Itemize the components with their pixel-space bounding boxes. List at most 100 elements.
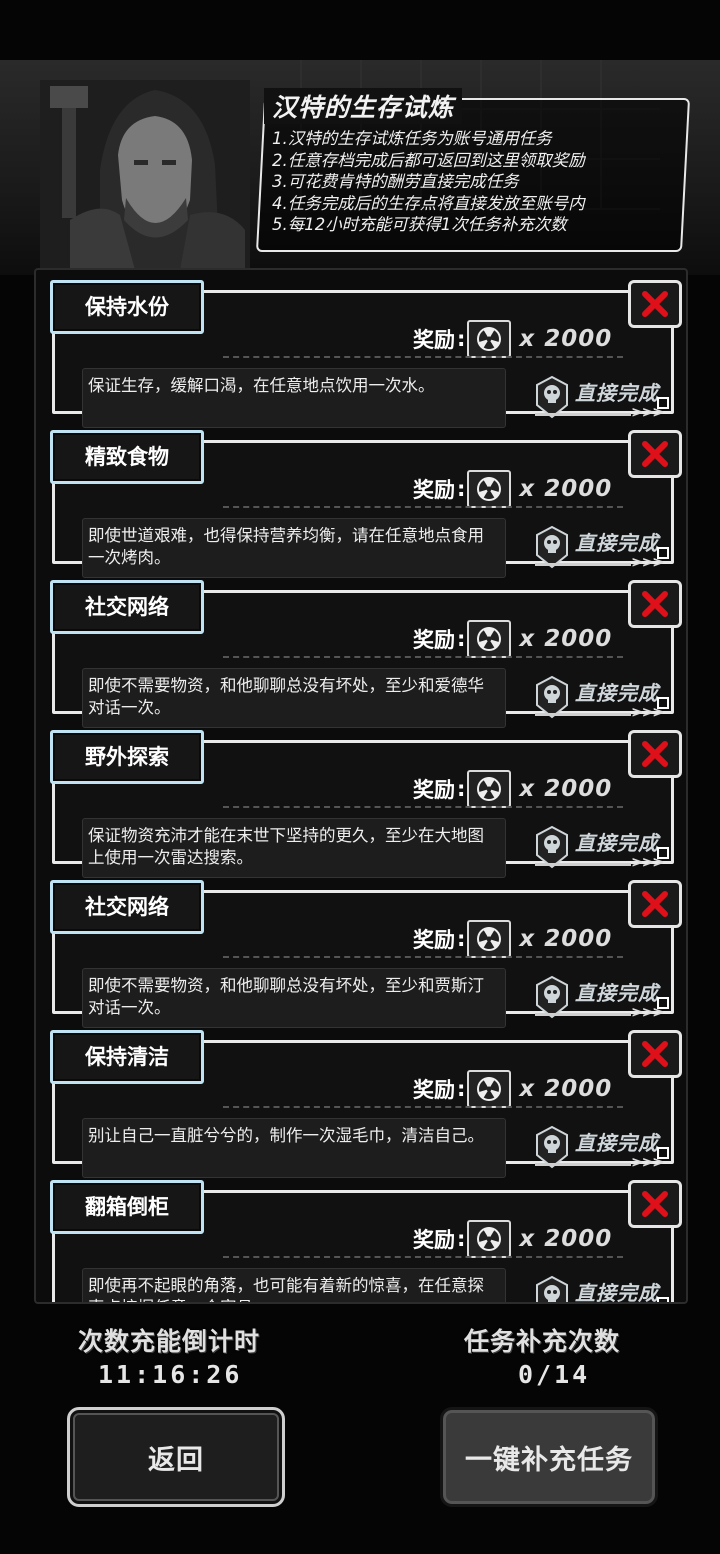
countdown-label: 次数充能倒计时 xyxy=(78,1327,261,1356)
corner-marker xyxy=(657,697,669,709)
refill-count-label: 任务补充次数 xyxy=(464,1327,621,1356)
close-icon xyxy=(642,591,668,617)
close-button[interactable] xyxy=(628,730,682,778)
complete-underline xyxy=(535,863,631,866)
complete-underline xyxy=(535,413,631,416)
complete-now-label: 直接完成 xyxy=(575,1281,659,1304)
task-card: 奖励 : x 2000 保证物资充沛才能在末世下坚持的更久，至少在大地图上使用一… xyxy=(36,720,686,878)
close-button[interactable] xyxy=(628,880,682,928)
reward-label: 奖励 xyxy=(413,778,455,802)
radiation-icon xyxy=(467,920,512,958)
close-button[interactable] xyxy=(628,1030,682,1078)
close-button[interactable] xyxy=(628,280,682,328)
task-description: 即使世道艰难，也得保持营养均衡，请在任意地点食用一次烤肉。 xyxy=(82,518,506,578)
divider xyxy=(223,656,623,658)
close-icon xyxy=(642,891,668,917)
reward-label: 奖励 xyxy=(413,1078,455,1102)
complete-underline xyxy=(535,1013,631,1016)
task-list[interactable]: 奖励 : x 2000 保证生存，缓解口渴，在任意地点饮用一次水。 直接完成 >… xyxy=(34,268,688,1304)
refill-count-value: 0/14 xyxy=(518,1360,591,1389)
corner-marker xyxy=(657,397,669,409)
complete-now-label: 直接完成 xyxy=(575,1131,659,1155)
close-button[interactable] xyxy=(628,430,682,478)
close-button[interactable] xyxy=(628,1180,682,1228)
task-title: 保持清洁 xyxy=(50,1030,204,1084)
reward-row: 奖励 : x 2000 xyxy=(413,320,613,358)
task-title: 翻箱倒柜 xyxy=(50,1180,204,1234)
reward-colon: : xyxy=(457,327,466,351)
task-card: 奖励 : x 2000 即使不需要物资，和他聊聊总没有坏处，至少和爱德华对话一次… xyxy=(36,570,686,728)
complete-now-label: 直接完成 xyxy=(575,831,659,855)
radiation-icon xyxy=(467,320,512,358)
task-description: 保证物资充沛才能在末世下坚持的更久，至少在大地图上使用一次雷达搜索。 xyxy=(82,818,506,878)
corner-marker xyxy=(657,997,669,1009)
reward-label: 奖励 xyxy=(413,328,455,352)
reward-amount: x 2000 xyxy=(519,476,613,502)
refill-tasks-button[interactable]: 一键补充任务 xyxy=(440,1407,658,1507)
task-title: 保持水份 xyxy=(50,280,204,334)
task-title: 社交网络 xyxy=(50,580,204,634)
complete-underline xyxy=(535,713,631,716)
reward-row: 奖励 : x 2000 xyxy=(413,920,613,958)
complete-now-label: 直接完成 xyxy=(575,981,659,1005)
task-description: 即使不需要物资，和他聊聊总没有坏处，至少和贾斯汀对话一次。 xyxy=(82,968,506,1028)
divider xyxy=(223,356,623,358)
reward-colon: : xyxy=(457,927,466,951)
task-card: 奖励 : x 2000 即使世道艰难，也得保持营养均衡，请在任意地点食用一次烤肉… xyxy=(36,420,686,578)
skull-badge-icon xyxy=(536,1275,568,1302)
task-card: 奖励 : x 2000 保证生存，缓解口渴，在任意地点饮用一次水。 直接完成 >… xyxy=(36,270,686,428)
rule-line: 5.每12小时充能可获得1次任务补充次数 xyxy=(272,215,567,234)
reward-amount: x 2000 xyxy=(519,326,613,352)
reward-amount: x 2000 xyxy=(519,926,613,952)
rule-line: 4.任务完成后的生存点将直接发放至账号内 xyxy=(272,193,585,213)
radiation-icon xyxy=(467,1220,512,1258)
radiation-icon xyxy=(467,1070,512,1108)
task-description: 别让自己一直脏兮兮的，制作一次湿毛巾，清洁自己。 xyxy=(82,1118,506,1178)
divider xyxy=(223,506,623,508)
close-button[interactable] xyxy=(628,580,682,628)
divider xyxy=(223,806,623,808)
rule-line: 2.任意存档完成后都可返回到这里领取奖励 xyxy=(272,150,585,170)
divider xyxy=(223,956,623,958)
reward-colon: : xyxy=(457,627,466,651)
reward-amount: x 2000 xyxy=(519,626,613,652)
arrows-icon: >>> xyxy=(631,1303,663,1304)
reward-colon: : xyxy=(457,777,466,801)
radiation-icon xyxy=(467,470,512,508)
complete-now-button[interactable]: 直接完成 >>> xyxy=(533,1275,673,1304)
countdown-value: 11:16:26 xyxy=(98,1360,243,1389)
reward-row: 奖励 : x 2000 xyxy=(413,470,613,508)
task-card: 奖励 : x 2000 即使不需要物资，和他聊聊总没有坏处，至少和贾斯汀对话一次… xyxy=(36,870,686,1028)
close-icon xyxy=(642,1191,668,1217)
close-icon xyxy=(642,741,668,767)
close-icon xyxy=(642,441,668,467)
reward-amount: x 2000 xyxy=(519,1076,613,1102)
task-title: 野外探索 xyxy=(50,730,204,784)
survivor-portrait xyxy=(40,80,250,270)
complete-now-label: 直接完成 xyxy=(575,531,659,555)
reward-colon: : xyxy=(457,1227,466,1251)
rule-line: 1.汉特的生存试炼任务为账号通用任务 xyxy=(272,129,552,148)
back-button[interactable]: 返回 xyxy=(67,1407,285,1507)
event-title: 汉特的生存试炼 xyxy=(264,88,463,124)
corner-marker xyxy=(657,1297,669,1302)
radiation-icon xyxy=(467,770,512,808)
corner-marker xyxy=(657,547,669,559)
task-description: 即使再不起眼的角落，也可能有着新的惊喜，在任意探索点挖掘任意一个家具。 xyxy=(82,1268,506,1302)
reward-row: 奖励 : x 2000 xyxy=(413,1070,613,1108)
radiation-icon xyxy=(467,620,512,658)
reward-label: 奖励 xyxy=(413,478,455,502)
divider xyxy=(223,1256,623,1258)
complete-now-label: 直接完成 xyxy=(575,381,659,405)
reward-label: 奖励 xyxy=(413,928,455,952)
reward-amount: x 2000 xyxy=(519,776,613,802)
task-title: 精致食物 xyxy=(50,430,204,484)
task-description: 保证生存，缓解口渴，在任意地点饮用一次水。 xyxy=(82,368,506,428)
task-description: 即使不需要物资，和他聊聊总没有坏处，至少和爱德华对话一次。 xyxy=(82,668,506,728)
divider xyxy=(223,1106,623,1108)
complete-underline xyxy=(535,1163,631,1166)
reward-amount: x 2000 xyxy=(519,1226,613,1252)
reward-label: 奖励 xyxy=(413,1228,455,1252)
close-icon xyxy=(642,291,668,317)
reward-row: 奖励 : x 2000 xyxy=(413,1220,613,1258)
